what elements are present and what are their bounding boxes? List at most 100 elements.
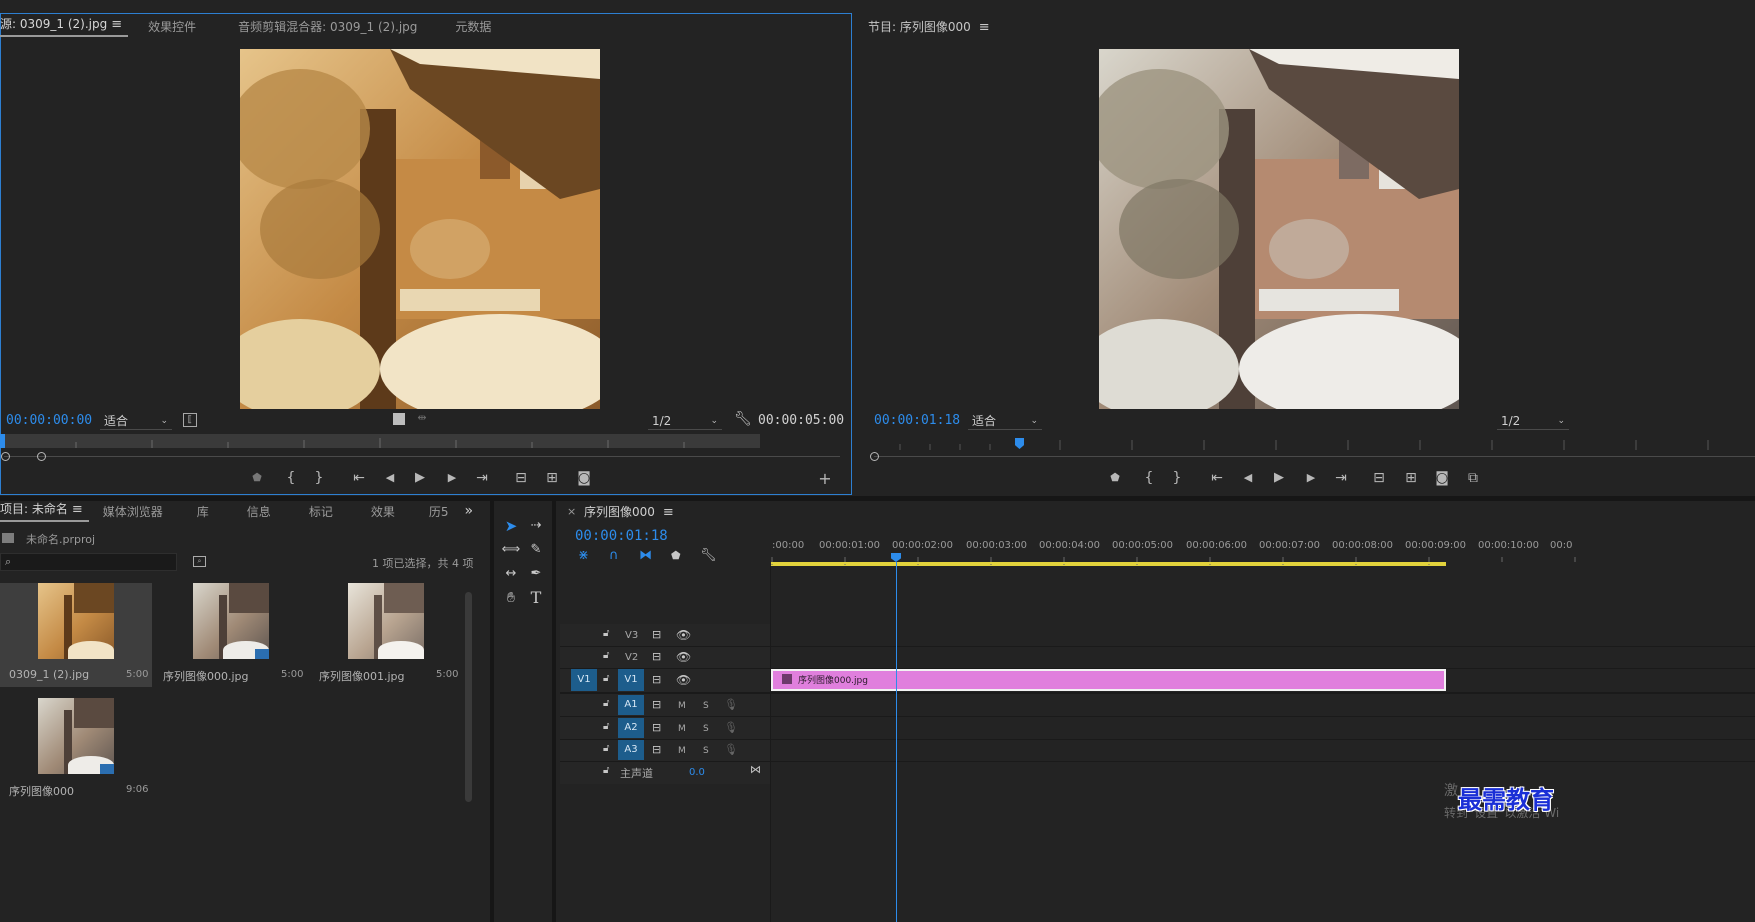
program-resolution-dropdown[interactable]: 1/2 ⌄	[1497, 412, 1569, 430]
go-to-out-icon[interactable]: ⇥	[471, 468, 493, 488]
sync-lock-icon[interactable]: ⊟	[652, 698, 661, 711]
project-item-thumbnail[interactable]	[193, 583, 269, 659]
project-item-name[interactable]: 序列图像001.jpg	[319, 668, 405, 684]
lock-icon[interactable]: 🔓︎	[603, 698, 609, 709]
add-marker-icon[interactable]: ⬟	[1104, 468, 1126, 488]
panel-menu-icon[interactable]: ≡	[663, 505, 674, 520]
play-icon[interactable]: ▶︎	[1268, 468, 1290, 488]
drag-video-icon[interactable]	[393, 413, 405, 425]
comparison-view-icon[interactable]: ⧉	[1462, 468, 1484, 488]
program-zoom-bar[interactable]	[874, 456, 1755, 457]
play-icon[interactable]: ▶︎	[409, 468, 431, 488]
timeline-sequence-tab[interactable]: 序列图像000 ≡	[584, 503, 674, 520]
tab-program[interactable]: 节目: 序列图像000 ≡	[866, 18, 996, 35]
add-marker-icon[interactable]: ⬟	[671, 549, 681, 562]
program-time-ruler[interactable]	[870, 438, 1755, 450]
zoom-handle-left[interactable]	[870, 452, 879, 461]
ripple-edit-tool-icon[interactable]: ⟺	[499, 538, 523, 562]
tab-history[interactable]: 历5	[423, 503, 455, 520]
add-marker-icon[interactable]: ⬟	[246, 468, 268, 488]
search-input[interactable]	[19, 554, 174, 570]
project-scrollbar[interactable]	[465, 592, 472, 802]
tab-media-browser[interactable]: 媒体浏览器	[97, 503, 169, 520]
timeline-current-timecode[interactable]: 00:00:01:18	[575, 528, 668, 544]
lift-icon[interactable]: ⊟	[1368, 468, 1390, 488]
go-to-in-icon[interactable]: ⇤	[1206, 468, 1228, 488]
lock-icon[interactable]: 🔓︎	[603, 743, 609, 754]
project-item-thumbnail[interactable]	[38, 698, 114, 774]
go-to-in-icon[interactable]: ⇤	[348, 468, 370, 488]
snap-magnet-icon[interactable]: ∩	[609, 548, 619, 563]
track-select-tool-icon[interactable]: ⇢	[524, 514, 548, 538]
track-label-a3[interactable]: A3	[618, 740, 644, 760]
hand-tool-icon[interactable]: ✋︎	[499, 586, 523, 610]
program-fit-dropdown[interactable]: 适合 ⌄	[968, 412, 1042, 430]
insert-icon[interactable]: ⊟	[510, 468, 532, 488]
lock-icon[interactable]: 🔓︎	[603, 650, 609, 661]
timeline-settings-wrench-icon[interactable]: 🔧︎	[700, 548, 717, 563]
solo-button[interactable]: S	[703, 724, 709, 734]
microphone-icon[interactable]: 🎙︎	[724, 743, 738, 756]
eye-icon[interactable]: 👁︎	[676, 673, 691, 687]
step-back-icon[interactable]: ◀︎	[1237, 468, 1259, 488]
pen-tool-icon[interactable]: ✒	[524, 562, 548, 586]
eye-icon[interactable]: 👁︎	[676, 650, 691, 664]
microphone-icon[interactable]: 🎙︎	[724, 698, 738, 711]
lock-icon[interactable]: 🔓︎	[603, 721, 609, 732]
track-label-v2[interactable]: V2	[625, 652, 638, 663]
export-frame-icon[interactable]: ◙	[573, 468, 595, 488]
tab-markers[interactable]: 标记	[303, 503, 339, 520]
tab-libraries[interactable]: 库	[191, 503, 215, 520]
solo-button[interactable]: S	[703, 746, 709, 756]
lock-icon[interactable]: 🔓︎	[603, 673, 609, 684]
go-to-out-icon[interactable]: ⇥	[1330, 468, 1352, 488]
track-label-v1[interactable]: V1	[618, 669, 644, 691]
project-item-name[interactable]: 序列图像000.jpg	[163, 668, 249, 684]
project-item-thumbnail[interactable]	[38, 583, 114, 659]
track-label-v3[interactable]: V3	[625, 630, 638, 641]
lock-icon[interactable]: 🔓︎	[603, 765, 609, 776]
track-label-a1[interactable]: A1	[618, 695, 644, 715]
sync-lock-icon[interactable]: ⊟	[652, 721, 661, 734]
type-tool-icon[interactable]: T	[524, 586, 548, 610]
master-volume-value[interactable]: 0.0	[689, 767, 705, 778]
source-patch-v1[interactable]: V1	[571, 669, 597, 691]
go-to-end-icon[interactable]: ⋈	[750, 763, 761, 776]
work-area-yellow-bar[interactable]	[771, 562, 1446, 564]
zoom-handle-left[interactable]	[1, 452, 10, 461]
mark-out-icon[interactable]: }	[1166, 468, 1188, 488]
mute-button[interactable]: M	[678, 746, 686, 756]
source-current-timecode[interactable]: 00:00:00:00	[6, 413, 92, 428]
mark-in-icon[interactable]: {	[280, 468, 302, 488]
tab-effects[interactable]: 效果	[365, 503, 401, 520]
slip-tool-icon[interactable]: ↔	[499, 562, 523, 586]
export-frame-icon[interactable]: ◙	[1431, 468, 1453, 488]
source-resolution-dropdown[interactable]: 1/2 ⌄	[648, 412, 722, 430]
search-field[interactable]: ⌕	[0, 553, 177, 571]
sync-lock-icon[interactable]: ⊟	[652, 743, 661, 756]
panel-menu-icon[interactable]: ≡	[72, 502, 83, 517]
tab-project[interactable]: 项目: 未命名 ≡	[0, 500, 89, 522]
nest-toggle-icon[interactable]: ⋇	[578, 548, 589, 563]
source-fit-dropdown[interactable]: 适合 ⌄	[100, 412, 172, 430]
mark-out-icon[interactable]: }	[308, 468, 330, 488]
source-playhead[interactable]	[0, 434, 5, 448]
source-time-ruler[interactable]	[0, 434, 760, 448]
drag-audio-icon[interactable]: ⇹	[414, 411, 430, 424]
selection-tool-icon[interactable]: ➤	[499, 514, 523, 538]
mark-in-icon[interactable]: {	[1138, 468, 1160, 488]
video-clip[interactable]: 序列图像000.jpg	[771, 669, 1446, 691]
solo-button[interactable]: S	[703, 701, 709, 711]
timeline-close-button[interactable]: ×	[567, 505, 576, 518]
step-forward-icon[interactable]: ▶︎	[1300, 468, 1322, 488]
step-back-icon[interactable]: ◀︎	[379, 468, 401, 488]
sync-lock-icon[interactable]: ⊟	[652, 628, 661, 641]
linked-selection-icon[interactable]: ⧓	[639, 548, 652, 563]
tab-audio-clip-mixer[interactable]: 音频剪辑混合器: 0309_1 (2).jpg	[232, 18, 423, 35]
wrench-icon[interactable]: 🔧︎	[734, 411, 752, 427]
program-current-timecode[interactable]: 00:00:01:18	[874, 413, 960, 428]
mute-button[interactable]: M	[678, 724, 686, 734]
eye-icon[interactable]: 👁︎	[676, 628, 691, 642]
microphone-icon[interactable]: 🎙︎	[724, 721, 738, 734]
tab-info[interactable]: 信息	[241, 503, 277, 520]
